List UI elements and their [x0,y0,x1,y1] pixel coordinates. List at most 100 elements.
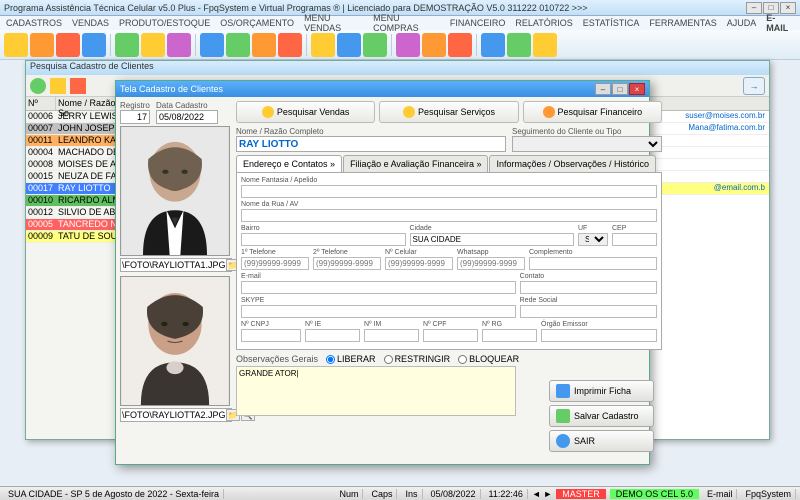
toolbar-icon[interactable] [56,33,80,57]
reg-input[interactable] [120,110,150,124]
form-maximize-button[interactable]: □ [612,83,628,95]
form-minimize-button[interactable]: – [595,83,611,95]
menu-vendas[interactable]: VENDAS [72,18,109,28]
date-input[interactable] [156,110,218,124]
go-button[interactable]: → [743,77,765,95]
tel1-input[interactable] [241,257,309,270]
photo-1 [120,126,230,256]
menu-ajuda[interactable]: AJUDA [727,18,757,28]
cidade-input[interactable] [410,233,575,246]
toolbar-icon[interactable] [167,33,191,57]
form-close-button[interactable]: × [629,83,645,95]
menu-cadastros[interactable]: CADASTROS [6,18,62,28]
table-row[interactable]: 00005TANCREDO NEVE [26,219,125,231]
tab-info[interactable]: Informações / Observações / Histórico [489,155,656,172]
printer-icon [556,384,570,398]
email-input[interactable] [241,281,516,294]
whats-input[interactable] [457,257,525,270]
add-icon[interactable] [30,78,46,94]
menu-relatorios[interactable]: RELATÓRIOS [515,18,572,28]
radio-restringir[interactable] [384,355,393,364]
contato-input[interactable] [520,281,657,294]
toolbar-icon[interactable] [252,33,276,57]
menu-os[interactable]: OS/ORÇAMENTO [220,18,294,28]
name-input[interactable] [236,136,506,152]
menu-produto[interactable]: PRODUTO/ESTOQUE [119,18,210,28]
bairro-input[interactable] [241,233,406,246]
toolbar-icon[interactable] [422,33,446,57]
delete-icon[interactable] [70,78,86,94]
toolbar-icon[interactable] [278,33,302,57]
toolbar-icon[interactable] [311,33,335,57]
menu-menucompras[interactable]: MENU COMPRAS [373,13,440,33]
toolbar-icon[interactable] [533,33,557,57]
toolbar-icon[interactable] [396,33,420,57]
cpf-input[interactable] [423,329,478,342]
seg-select[interactable] [512,136,662,152]
cnpj-input[interactable] [241,329,301,342]
uf-select[interactable]: SP [578,233,608,246]
table-row[interactable]: 00011LEANDRO KARNA [26,135,125,147]
edit-icon[interactable] [50,78,66,94]
toolbar-icon[interactable] [448,33,472,57]
email-label[interactable]: E-MAIL [766,13,794,33]
toolbar-icon[interactable] [115,33,139,57]
orgao-input[interactable] [541,329,657,342]
table-row[interactable]: 00004MACHADO DE AS [26,147,125,159]
table-row[interactable]: 00010RICARDO ALMEID [26,195,125,207]
toolbar-icon[interactable] [200,33,224,57]
table-row[interactable]: 00007JOHN JOSEPH TR [26,123,125,135]
minimize-button[interactable]: – [746,2,762,14]
pesquisar-servicos-button[interactable]: Pesquisar Serviços [379,101,518,123]
status-pager[interactable]: ◄ ► [532,489,552,499]
table-row[interactable]: 00008MOISES DE ASSI [26,159,125,171]
compl-input[interactable] [529,257,657,270]
maximize-button[interactable]: □ [763,2,779,14]
pesquisar-vendas-button[interactable]: Pesquisar Vendas [236,101,375,123]
table-row[interactable]: 00017RAY LIOTTO [26,183,125,195]
toolbar-icon[interactable] [82,33,106,57]
im-input[interactable] [364,329,419,342]
status-email[interactable]: E-mail [703,489,738,499]
toolbar-icon[interactable] [337,33,361,57]
sair-button[interactable]: SAIR [549,430,654,452]
imprimir-button[interactable]: Imprimir Ficha [549,380,654,402]
menu-menuvendas[interactable]: MENU VENDAS [304,13,363,33]
tab-endereco[interactable]: Endereço e Contatos » [236,155,342,172]
pesquisar-financeiro-button[interactable]: Pesquisar Financeiro [523,101,662,123]
radio-liberar[interactable] [326,355,335,364]
fantasia-input[interactable] [241,185,657,198]
toolbar-icon[interactable] [30,33,54,57]
toolbar-icon[interactable] [363,33,387,57]
table-row[interactable]: 00012SILVIO DE ABREU [26,207,125,219]
status-ins: Ins [401,489,422,499]
menu-financeiro[interactable]: FINANCEIRO [450,18,506,28]
toolbar-icon[interactable] [507,33,531,57]
table-row[interactable]: 00015NEUZA DE FATIM [26,171,125,183]
menu-ferramentas[interactable]: FERRAMENTAS [649,18,716,28]
toolbar-icon[interactable] [4,33,28,57]
tab-filiacao[interactable]: Filiação e Avaliação Financeira » [343,155,488,172]
close-button[interactable]: × [780,2,796,14]
salvar-button[interactable]: Salvar Cadastro [549,405,654,427]
cel-input[interactable] [385,257,453,270]
table-row[interactable]: 00009TATU DE SOUZA [26,231,125,243]
rede-input[interactable] [520,305,657,318]
cep-input[interactable] [612,233,657,246]
tel2-input[interactable] [313,257,381,270]
col-num[interactable]: Nº [26,97,56,110]
toolbar-icon[interactable] [226,33,250,57]
toolbar-icon[interactable] [481,33,505,57]
table-row[interactable]: 00006JERRY LEWIS [26,111,125,123]
obs-textarea[interactable]: GRANDE ATOR| [236,366,516,416]
status-sys[interactable]: FpqSystem [741,489,796,499]
radio-bloquear[interactable] [458,355,467,364]
toolbar-icon[interactable] [141,33,165,57]
rua-input[interactable] [241,209,657,222]
ie-input[interactable] [305,329,360,342]
skype-input[interactable] [241,305,516,318]
menu-estatistica[interactable]: ESTATÍSTICA [583,18,640,28]
rg-input[interactable] [482,329,537,342]
reg-label: Registro [120,101,150,110]
client-form-dialog: Tela Cadastro de Clientes – □ × Registro… [115,80,650,465]
